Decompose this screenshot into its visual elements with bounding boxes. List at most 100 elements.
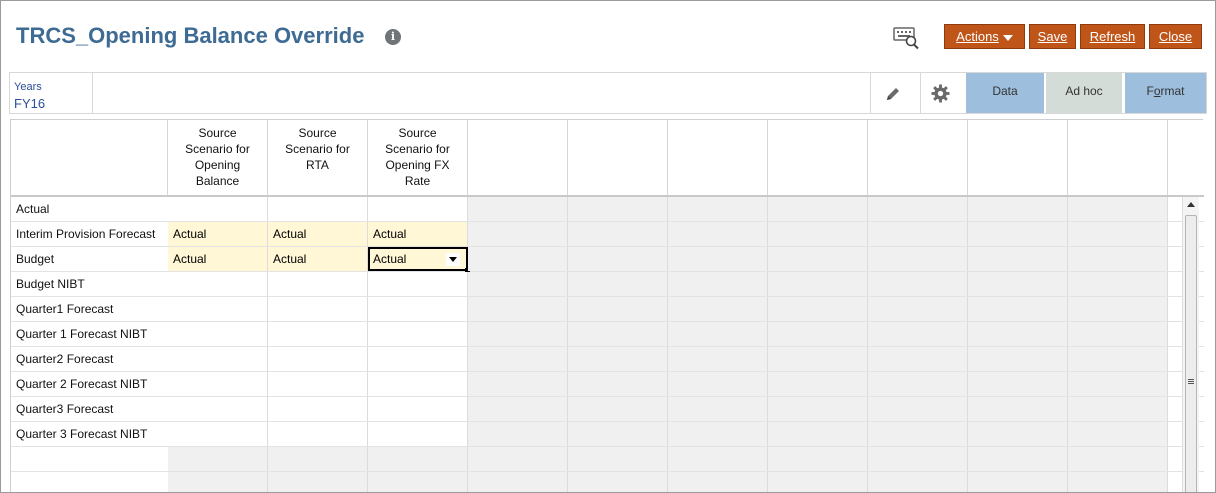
readonly-cell	[468, 322, 568, 346]
readonly-cell	[668, 322, 768, 346]
data-cell[interactable]: Actual	[168, 222, 268, 246]
data-cell[interactable]	[368, 297, 468, 321]
empty-column-header	[968, 120, 1068, 195]
empty-column-header	[768, 120, 868, 195]
pov-toolbar: Years FY16 Data Ad hoc Format	[9, 72, 1207, 114]
readonly-cell	[768, 222, 868, 246]
readonly-cell	[468, 297, 568, 321]
pov-divider	[92, 73, 93, 113]
readonly-cell	[768, 347, 868, 371]
row-header[interactable]: Budget	[11, 247, 168, 271]
data-cell[interactable]	[368, 397, 468, 421]
data-cell[interactable]	[168, 347, 268, 371]
readonly-cell	[268, 472, 368, 492]
readonly-cell	[1068, 222, 1168, 246]
readonly-cell	[568, 397, 668, 421]
data-cell[interactable]	[168, 397, 268, 421]
row-header[interactable]: Quarter2 Forecast	[11, 347, 168, 371]
refresh-label: Refresh	[1089, 29, 1136, 44]
row-header[interactable]: Budget NIBT	[11, 272, 168, 296]
data-cell[interactable]	[368, 372, 468, 396]
gear-icon[interactable]	[931, 84, 950, 103]
row-header[interactable]: Quarter3 Forecast	[11, 397, 168, 421]
save-button[interactable]: Save	[1029, 24, 1076, 49]
readonly-cell	[868, 272, 968, 296]
info-icon[interactable]: i	[385, 29, 401, 45]
data-cell[interactable]	[168, 422, 268, 446]
readonly-cell	[968, 422, 1068, 446]
readonly-cell	[768, 472, 868, 492]
readonly-cell	[1068, 272, 1168, 296]
readonly-cell	[668, 397, 768, 421]
column-header[interactable]: Source Scenario for Opening Balance	[168, 120, 268, 195]
row-header[interactable]: Actual	[11, 197, 168, 221]
page-title: TRCS_Opening Balance Override	[16, 23, 365, 48]
readonly-cell	[1068, 247, 1168, 271]
pov-years-value[interactable]: FY16	[14, 96, 45, 111]
data-cell[interactable]	[168, 372, 268, 396]
close-label: Close	[1158, 29, 1193, 44]
data-grid: Source Scenario for Opening Balance Sourc…	[10, 119, 1204, 492]
data-cell[interactable]	[368, 272, 468, 296]
data-cell[interactable]: Actual	[168, 247, 268, 271]
data-cell[interactable]	[268, 322, 368, 346]
readonly-cell	[368, 447, 468, 471]
data-cell[interactable]	[168, 197, 268, 221]
dropdown-arrow-icon[interactable]	[446, 253, 460, 266]
readonly-cell	[568, 197, 668, 221]
readonly-cell	[868, 372, 968, 396]
scrollbar-thumb[interactable]	[1185, 215, 1197, 492]
readonly-cell	[968, 347, 1068, 371]
refresh-button[interactable]: Refresh	[1080, 24, 1145, 49]
data-cell[interactable]	[268, 272, 368, 296]
tab-adhoc[interactable]: Ad hoc	[1046, 73, 1122, 113]
empty-column-header	[1068, 120, 1168, 195]
data-cell[interactable]	[168, 297, 268, 321]
vertical-scrollbar[interactable]	[1182, 197, 1199, 492]
keyboard-search-icon[interactable]	[893, 25, 921, 51]
row-header[interactable]: Quarter1 Forecast	[11, 297, 168, 321]
data-cell[interactable]	[268, 347, 368, 371]
data-cell[interactable]: Actual	[368, 222, 468, 246]
readonly-cell	[968, 247, 1068, 271]
readonly-cell	[668, 422, 768, 446]
close-button[interactable]: Close	[1149, 24, 1202, 49]
readonly-cell	[468, 422, 568, 446]
row-header[interactable]: Interim Provision Forecast	[11, 222, 168, 246]
data-cell[interactable]	[268, 197, 368, 221]
readonly-cell	[568, 372, 668, 396]
row-header[interactable]	[11, 447, 168, 471]
row-header[interactable]: Quarter 3 Forecast NIBT	[11, 422, 168, 446]
readonly-cell	[668, 272, 768, 296]
row-header[interactable]: Quarter 2 Forecast NIBT	[11, 372, 168, 396]
tab-format[interactable]: Format	[1125, 73, 1206, 113]
readonly-cell	[668, 197, 768, 221]
data-cell[interactable]	[368, 422, 468, 446]
data-cell[interactable]	[168, 322, 268, 346]
data-cell[interactable]: Actual	[268, 247, 368, 271]
data-cell[interactable]	[268, 297, 368, 321]
readonly-cell	[568, 447, 668, 471]
chevron-down-icon	[1002, 34, 1013, 41]
data-cell[interactable]	[368, 322, 468, 346]
pencil-icon[interactable]	[884, 85, 902, 103]
selected-dropdown-cell[interactable]: Actual	[368, 247, 470, 273]
actions-button[interactable]: Actions	[944, 24, 1025, 49]
tab-data[interactable]: Data	[966, 73, 1044, 113]
column-header[interactable]: Source Scenario for Opening FX Rate	[368, 120, 468, 195]
data-cell[interactable]	[368, 197, 468, 221]
data-cell[interactable]	[368, 347, 468, 371]
row-header[interactable]	[11, 472, 168, 492]
data-cell[interactable]	[168, 272, 268, 296]
row-header[interactable]: Quarter 1 Forecast NIBT	[11, 322, 168, 346]
data-cell[interactable]	[268, 422, 368, 446]
scroll-up-icon[interactable]	[1187, 202, 1195, 207]
readonly-cell	[868, 247, 968, 271]
data-cell[interactable]	[268, 372, 368, 396]
data-cell[interactable]	[268, 397, 368, 421]
data-cell[interactable]: Actual	[268, 222, 368, 246]
readonly-cell	[968, 372, 1068, 396]
readonly-cell	[868, 322, 968, 346]
readonly-cell	[1068, 347, 1168, 371]
column-header[interactable]: Source Scenario for RTA	[268, 120, 368, 195]
